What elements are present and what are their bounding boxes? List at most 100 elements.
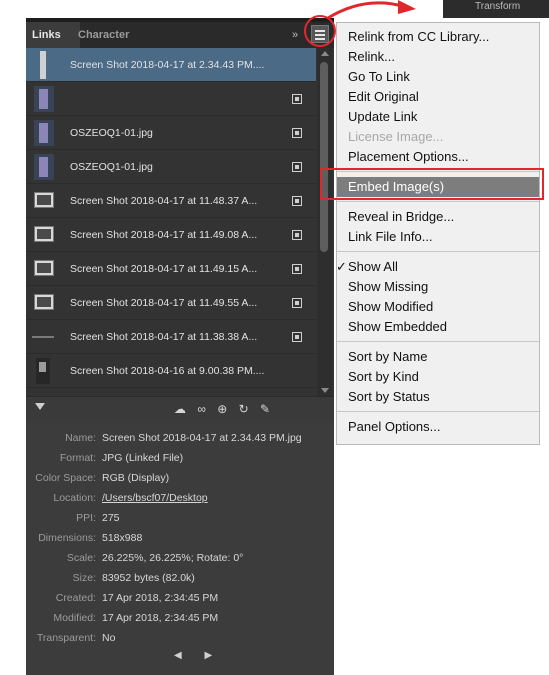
annotation-arrow-icon [327, 0, 416, 20]
info-label: Scale: [66, 552, 96, 564]
checkmark-icon: ✓ [336, 259, 347, 274]
location-link[interactable]: /Users/bscf07/Desktop [102, 488, 208, 508]
link-row[interactable]: OSZEOQ1-01.jpg [26, 150, 316, 184]
link-row[interactable]: Screen Shot 2018-04-17 at 11.49.55 A... [26, 286, 316, 320]
menu-item-label: Panel Options... [348, 419, 441, 434]
info-row: Dimensions: 518x988 [26, 528, 334, 548]
links-panel-flyout-menu: Relink from CC Library... Relink... Go To … [336, 22, 540, 445]
menu-item-label: Update Link [348, 109, 418, 124]
link-thumbnail [34, 192, 54, 208]
menu-item-label: Relink from CC Library... [348, 29, 490, 44]
menu-item-go-to-link[interactable]: Go To Link [337, 67, 539, 87]
show-link-info-toggle-icon[interactable] [35, 403, 45, 410]
menu-item-relink-from-cc-library[interactable]: Relink from CC Library... [337, 27, 539, 47]
menu-item-sort-by-status[interactable]: Sort by Status [337, 387, 539, 407]
link-status-icon [292, 264, 302, 274]
menu-item-label: Relink... [348, 49, 395, 64]
menu-item-label: Placement Options... [348, 149, 469, 164]
link-row[interactable] [26, 82, 316, 116]
menu-item-show-all[interactable]: ✓ Show All [336, 257, 539, 277]
link-status-icon [292, 230, 302, 240]
link-row[interactable]: Screen Shot 2018-04-17 at 11.49.08 A... [26, 218, 316, 252]
menu-item-relink[interactable]: Relink... [337, 47, 539, 67]
info-row: Color Space: RGB (Display) [26, 468, 334, 488]
info-label: Name: [65, 432, 96, 444]
menu-item-sort-by-kind[interactable]: Sort by Kind [337, 367, 539, 387]
link-row[interactable]: Screen Shot 2018-04-17 at 11.38.38 A... [26, 320, 316, 354]
link-name: Screen Shot 2018-04-17 at 11.38.38 A... [70, 331, 258, 343]
menu-item-show-modified[interactable]: Show Modified [337, 297, 539, 317]
info-label: Size: [72, 572, 96, 584]
tab-character[interactable]: Character [72, 22, 135, 48]
scrollbar-thumb[interactable] [320, 62, 328, 252]
link-thumbnail [34, 294, 54, 310]
link-thumbnail [32, 336, 54, 338]
menu-item-link-file-info[interactable]: Link File Info... [337, 227, 539, 247]
info-row: Created: 17 Apr 2018, 2:34:45 PM [26, 588, 334, 608]
menu-separator [337, 201, 539, 202]
link-status-icon [292, 298, 302, 308]
info-label: Created: [55, 592, 96, 604]
menu-item-sort-by-name[interactable]: Sort by Name [337, 347, 539, 367]
info-label: Location: [53, 492, 96, 504]
link-row[interactable]: OSZEOQ1-01.jpg [26, 116, 316, 150]
menu-item-panel-options[interactable]: Panel Options... [337, 417, 539, 437]
info-value: No [102, 632, 116, 644]
info-row: Scale: 26.225%, 26.225%; Rotate: 0° [26, 548, 334, 568]
link-thumbnail [34, 86, 54, 112]
info-row: Transparent: No [26, 628, 334, 648]
info-value: 26.225%, 26.225%; Rotate: 0° [102, 552, 244, 564]
menu-item-update-link[interactable]: Update Link [337, 107, 539, 127]
link-thumbnail [36, 358, 50, 384]
link-status-icon [292, 162, 302, 172]
link-thumbnail [34, 260, 54, 276]
menu-item-edit-original[interactable]: Edit Original [337, 87, 539, 107]
menu-item-label: Sort by Status [348, 389, 430, 404]
link-nav-arrows[interactable]: ◀ ▶ [174, 650, 222, 661]
info-value: 83952 bytes (82.0k) [102, 572, 195, 584]
info-label: Modified: [53, 612, 96, 624]
info-value: 17 Apr 2018, 2:34:45 PM [102, 592, 219, 604]
menu-item-show-missing[interactable]: Show Missing [337, 277, 539, 297]
link-row[interactable]: Screen Shot 2018-04-17 at 2.34.43 PM.... [26, 48, 316, 82]
info-row: Modified: 17 Apr 2018, 2:34:45 PM [26, 608, 334, 628]
menu-item-label: Show Missing [348, 279, 429, 294]
link-name: Screen Shot 2018-04-17 at 2.34.43 PM.... [70, 59, 265, 71]
menu-item-reveal-in-bridge[interactable]: Reveal in Bridge... [337, 207, 539, 227]
info-row: PPI: 275 [26, 508, 334, 528]
link-status-icon [292, 94, 302, 104]
menu-item-show-embedded[interactable]: Show Embedded [337, 317, 539, 337]
info-value: 275 [102, 512, 120, 524]
info-value: RGB (Display) [102, 472, 170, 484]
link-row[interactable]: Screen Shot 2018-04-17 at 11.48.37 A... [26, 184, 316, 218]
link-name: Screen Shot 2018-04-17 at 11.48.37 A... [70, 195, 258, 207]
panel-tab-bar: Links Character » [26, 22, 334, 48]
menu-item-label: Sort by Name [348, 349, 428, 364]
list-scrollbar[interactable] [317, 48, 332, 396]
scroll-up-arrow-icon[interactable] [321, 51, 329, 56]
link-thumbnail [40, 51, 46, 79]
menu-item-label: Link File Info... [348, 229, 433, 244]
menu-item-label: Sort by Kind [348, 369, 419, 384]
link-name: OSZEOQ1-01.jpg [70, 161, 153, 173]
menu-item-placement-options[interactable]: Placement Options... [337, 147, 539, 167]
scroll-down-arrow-icon[interactable] [321, 388, 329, 393]
info-label: Color Space: [35, 472, 96, 484]
info-value: Screen Shot 2018-04-17 at 2.34.43 PM.jpg [102, 432, 302, 444]
transform-panel-tab[interactable]: Transform [475, 0, 520, 14]
link-action-icons[interactable]: ☁ ∞ ⊕ ↻ ✎ [174, 400, 274, 418]
link-row[interactable]: Screen Shot 2018-04-17 at 11.49.15 A... [26, 252, 316, 286]
collapse-panel-button[interactable]: » [292, 26, 298, 44]
menu-item-label: Show All [348, 259, 398, 274]
info-label: Format: [59, 452, 96, 464]
link-name: Screen Shot 2018-04-17 at 11.49.55 A... [70, 297, 258, 309]
info-row: Name: Screen Shot 2018-04-17 at 2.34.43 P… [26, 428, 334, 448]
links-toolbar: ☁ ∞ ⊕ ↻ ✎ [26, 396, 334, 421]
menu-item-label: Edit Original [348, 89, 419, 104]
link-name: Screen Shot 2018-04-17 at 11.49.08 A... [70, 229, 258, 241]
link-row[interactable]: Screen Shot 2018-04-16 at 9.00.38 PM.... [26, 354, 316, 388]
link-name: Screen Shot 2018-04-16 at 9.00.38 PM.... [70, 365, 265, 377]
info-row: Size: 83952 bytes (82.0k) [26, 568, 334, 588]
info-row: Location: /Users/bscf07/Desktop [26, 488, 334, 508]
info-label: PPI: [76, 512, 96, 524]
